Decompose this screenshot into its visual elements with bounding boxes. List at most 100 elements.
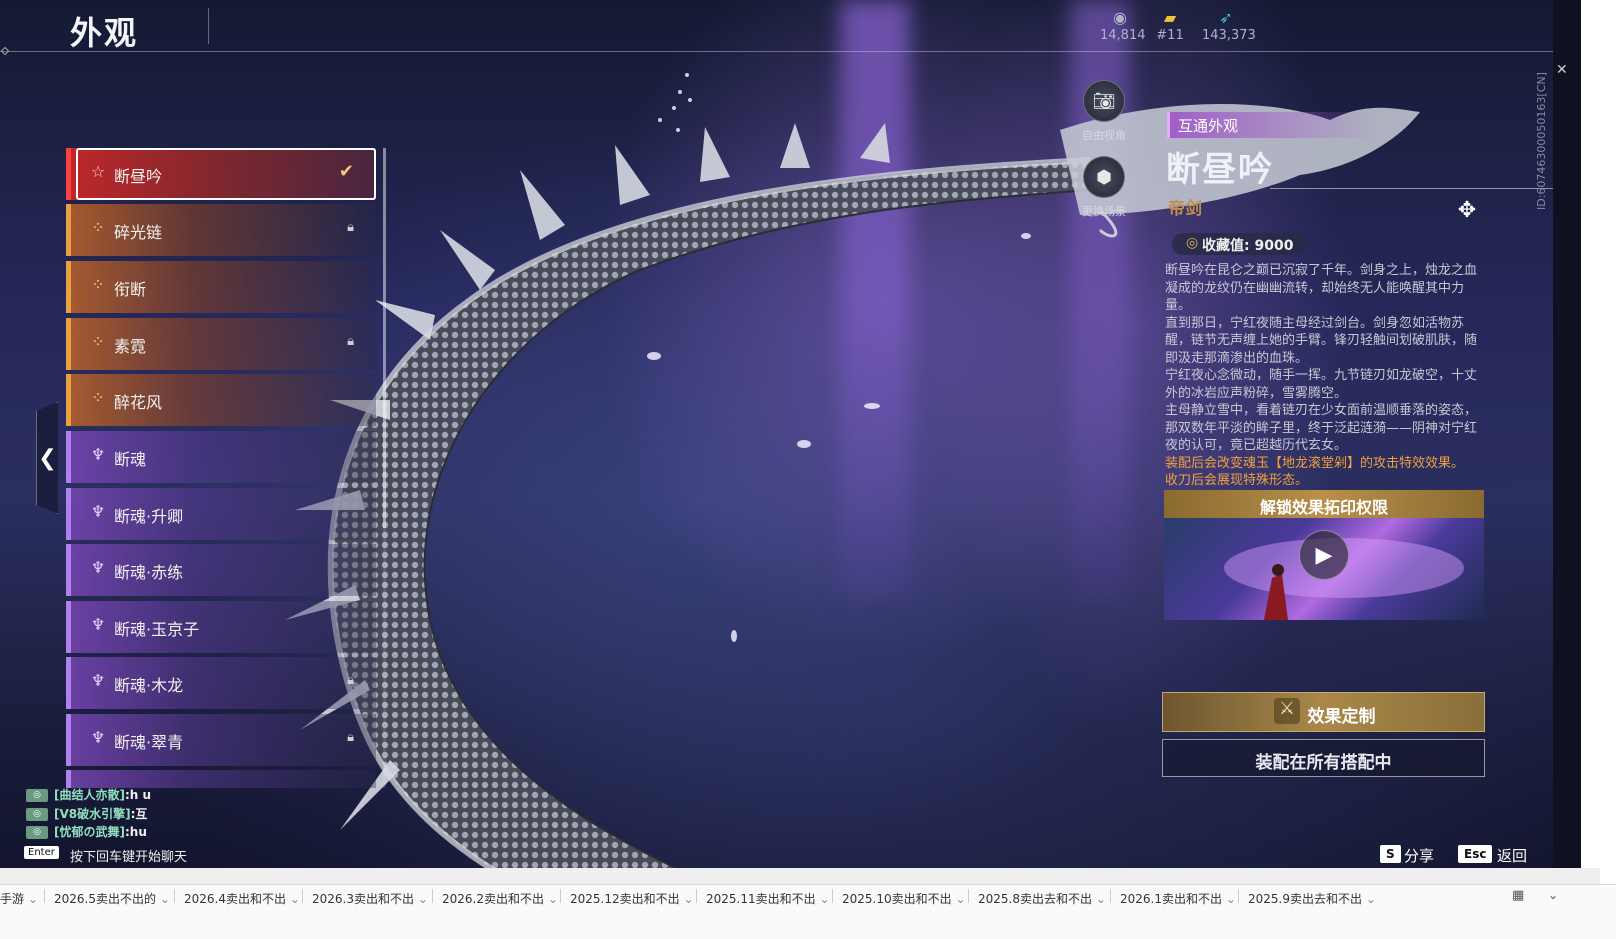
play-button[interactable]: ▶ (1299, 530, 1349, 580)
sheet-tab[interactable]: 2025.11卖出和不出 (706, 890, 830, 907)
skin-item-duanhun-mulong[interactable]: ♆ 断魂·木龙 🔒︎ (66, 657, 376, 709)
rarity-bar (66, 374, 71, 426)
chat-text: :hu (124, 825, 147, 839)
checkmark-icon: ✔ (338, 161, 354, 182)
description-paragraph: 主母静立雪中，看着链刃在少女面前温顺垂落的姿态，那双数年平淡的眸子里，终于泛起涟… (1165, 403, 1478, 453)
lock-icon: 🔒︎ (347, 673, 354, 688)
currency-value: 143,373 (1202, 28, 1256, 43)
effect-note: 收刀后会展现特殊形态。 (1165, 473, 1309, 488)
free-view-button[interactable]: 📷︎ (1083, 80, 1125, 122)
enter-key-badge: Enter (24, 846, 59, 859)
team-chat-icon: ◎ (26, 808, 48, 821)
trident-icon: ♆ (90, 445, 106, 464)
sheet-tab[interactable]: 2025.12卖出和不出 (570, 890, 694, 907)
skin-item-zuihuafeng[interactable]: ⁘ 醉花风 (66, 374, 376, 426)
sheet-tab[interactable]: 2026.4卖出和不出 (184, 890, 300, 907)
chevron-down-icon[interactable]: ⌄ (1548, 888, 1558, 902)
tab-divider (174, 889, 175, 903)
chat-user[interactable]: [曲结人亦散] (54, 788, 125, 802)
sheet-tab[interactable]: 2025.10卖出和不出 (842, 890, 966, 907)
tab-divider (1238, 889, 1239, 903)
trident-icon: ♆ (90, 728, 106, 747)
medal-icon: ◎ (1186, 235, 1199, 251)
grid-view-icon[interactable]: ▦ (1512, 888, 1524, 903)
rarity-bar (66, 261, 71, 313)
sheet-tab[interactable]: 2026.5卖出不出的 (54, 890, 170, 907)
currency-coins[interactable]: ◉ 14,814 (1100, 8, 1146, 43)
sheet-tab[interactable]: 手游 (0, 890, 38, 907)
chat-user[interactable]: [忧郁の武舞] (54, 825, 125, 839)
close-icon[interactable]: ✕ (1556, 62, 1568, 78)
spreadsheet-row (0, 868, 1600, 884)
currency-feathers[interactable]: ➶ 143,373 (1202, 8, 1256, 43)
effect-note: 装配后会改变魂玉【地龙滚堂剁】的攻击特效效果。 (1165, 455, 1465, 471)
skin-item-label: 断昼吟 (114, 167, 163, 186)
skin-item-duanhun-cuiqing[interactable]: ♆ 断魂·翠青 🔒︎ (66, 714, 376, 766)
chat-message: ◎ [V8破水引擎]:互 (26, 805, 147, 822)
camera-icon: 📷︎ (1092, 90, 1116, 112)
lock-icon: 🔒︎ (347, 220, 354, 235)
chat-input-hint[interactable]: 按下回车键开始聊天 (70, 846, 187, 865)
rarity-bar (66, 431, 71, 483)
share-key-badge: S (1380, 845, 1401, 863)
shuriken-icon: ⁘ (91, 218, 105, 237)
chevron-left-icon: ❮ (38, 445, 57, 471)
skin-item-label: 断魂·升卿 (114, 507, 184, 526)
skin-item-duanhun[interactable]: ♆ 断魂 (66, 431, 376, 483)
trident-icon: ♆ (90, 615, 106, 634)
currency-tickets[interactable]: ▰ #11 (1156, 8, 1184, 43)
sheet-tab[interactable]: 2026.3卖出和不出 (312, 890, 428, 907)
free-view-label: 自由视角 (1082, 129, 1126, 142)
skin-title: 断昼吟 (1166, 150, 1274, 190)
skin-item-duanhun-shengqing[interactable]: ♆ 断魂·升卿 (66, 488, 376, 540)
skin-list[interactable]: ☆ 断昼吟 ✔ ⁘ 碎光链 🔒︎ ⁘ 衔断 ⁘ 素霓 🔒︎ ⁘ 醉花风 ♆ 断魂… (66, 148, 382, 788)
title-underline (1270, 188, 1600, 189)
chat-user[interactable]: [V8破水引擎] (54, 807, 131, 821)
skin-item-duanhun-yujingzi[interactable]: ♆ 断魂·玉京子 (66, 601, 376, 653)
skin-item-label: 素霓 (114, 337, 147, 356)
chat-message: ◎ [曲结人亦散]:h u (26, 786, 151, 803)
effect-customize-button[interactable]: 效果定制 (1162, 692, 1485, 732)
divider-ornament (0, 46, 10, 56)
skin-description: 断昼吟在昆仑之巅已沉寂了千年。剑身之上，烛龙之血凝成的龙纹仍在幽幽流转，却始终无… (1165, 262, 1485, 490)
skin-item-duanhun-chilian[interactable]: ♆ 断魂·赤练 (66, 544, 376, 596)
list-scrollbar-thumb[interactable] (383, 148, 386, 528)
skin-item-suiguanglian[interactable]: ⁘ 碎光链 🔒︎ (66, 204, 376, 256)
move-arrows-icon[interactable]: ✥ (1452, 198, 1482, 228)
team-chat-icon: ◎ (26, 826, 48, 839)
skin-item-label: 断魂·赤练 (114, 563, 184, 582)
collapse-list-button[interactable]: ❮ (36, 402, 58, 514)
sheet-tab[interactable]: 2025.8卖出去和不出 (978, 890, 1106, 907)
tab-divider (560, 889, 561, 903)
sheet-tab[interactable]: 2026.1卖出和不出 (1120, 890, 1236, 907)
tab-divider (1110, 889, 1111, 903)
skin-item-label: 断魂 (114, 450, 147, 469)
tab-divider (302, 889, 303, 903)
equip-all-outfits-button[interactable]: 装配在所有搭配中 (1162, 739, 1485, 777)
change-scene-button[interactable]: ⬢ (1083, 156, 1125, 198)
game-window-edge (1553, 0, 1581, 905)
skin-item-duanzhouyin[interactable]: ☆ 断昼吟 ✔ (66, 148, 376, 200)
description-paragraph: 宁红夜心念微动，随手一挥。九节链刃如龙破空，十丈外的冰岩应声粉碎，雪雾腾空。 (1165, 368, 1478, 401)
back-button[interactable]: 返回 (1497, 845, 1527, 866)
share-button[interactable]: 分享 (1404, 845, 1434, 866)
game-viewport[interactable]: 外观 ◉ 14,814 ▰ #11 ➶ 143,373 ❮ ☆ 断昼吟 ✔ ⁘ (0, 0, 1600, 905)
rarity-bar (66, 204, 71, 256)
skin-item-suni[interactable]: ⁘ 素霓 🔒︎ (66, 318, 376, 370)
currency-value: 14,814 (1100, 28, 1146, 43)
tab-divider (832, 889, 833, 903)
sheet-tab[interactable]: 2026.2卖出和不出 (442, 890, 558, 907)
page-title: 外观 (70, 14, 139, 52)
chat-text: :h u (124, 788, 152, 802)
trident-icon: ♆ (90, 502, 106, 521)
change-scene-label: 更换场景 (1082, 205, 1126, 218)
skin-item-xianduan[interactable]: ⁘ 衔断 (66, 261, 376, 313)
cube-icon: ⬢ (1096, 166, 1112, 188)
lock-icon: 🔒︎ (347, 730, 354, 745)
sheet-tab[interactable]: 2025.9卖出去和不出 (1248, 890, 1376, 907)
skin-item-label: 衔断 (114, 280, 147, 299)
chat-message: ◎ [忧郁の武舞]:hu (26, 823, 147, 840)
shared-appearance-tag: 互通外观 (1167, 112, 1377, 138)
esc-key-badge: Esc (1458, 845, 1493, 863)
trident-icon: ♆ (90, 671, 106, 690)
